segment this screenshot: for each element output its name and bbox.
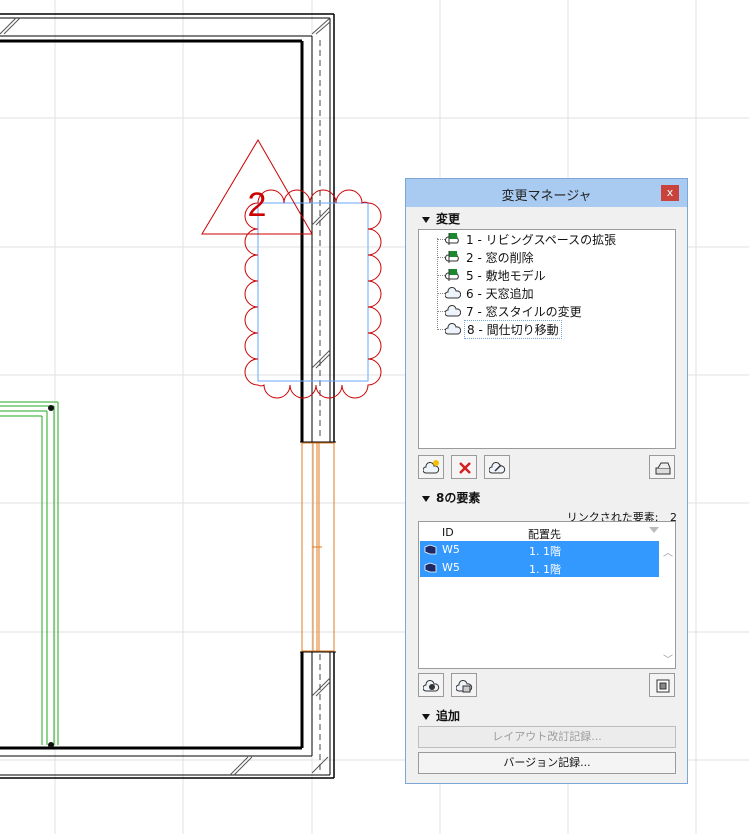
new-change-button[interactable] — [418, 455, 444, 479]
add-section-label: 追加 — [436, 709, 461, 723]
change-item[interactable]: 5 - 敷地モデル — [419, 266, 659, 284]
cloud-icon — [445, 323, 461, 335]
change-item-selected[interactable]: 8 - 間仕切り移動 — [419, 320, 659, 339]
version-record-button[interactable]: バージョン記録... — [418, 752, 676, 774]
cloud-icon — [445, 287, 461, 299]
change-item[interactable]: 2 - 窓の削除 — [419, 248, 659, 266]
cloud-flag-icon — [445, 269, 459, 281]
sort-arrow-icon[interactable] — [649, 527, 659, 533]
cloud-icon — [445, 305, 461, 317]
change-label: 2 - 窓の削除 — [466, 251, 534, 265]
delete-change-icon — [459, 462, 471, 474]
collapse-triangle-icon[interactable] — [422, 216, 430, 223]
table-row[interactable]: W5 1. 1階 — [420, 541, 659, 559]
new-change-icon — [423, 460, 440, 474]
elements-table[interactable]: ID 配置先 W5 1. 1階 W5 1. 1階 ︿ ﹀ — [418, 521, 676, 669]
change-item[interactable]: 6 - 天窓追加 — [419, 284, 659, 302]
add-element-button[interactable] — [418, 673, 444, 697]
cloud-flag-icon — [445, 233, 459, 245]
delete-change-button[interactable] — [451, 455, 477, 479]
link-change-button[interactable] — [484, 455, 510, 479]
scroll-down-icon[interactable]: ﹀ — [663, 651, 673, 666]
column-header-location[interactable]: 配置先 — [528, 526, 561, 542]
elements-section-header[interactable]: 8の要素 — [422, 489, 480, 506]
remove-element-icon — [456, 680, 473, 693]
layout-revision-button[interactable]: レイアウト改訂記録... — [418, 726, 676, 748]
remove-element-button[interactable] — [451, 673, 477, 697]
scroll-up-icon[interactable]: ︿ — [663, 544, 673, 559]
wall-element-icon — [424, 562, 437, 573]
window-element[interactable] — [301, 442, 335, 652]
change-label: 8 - 間仕切り移動 — [464, 320, 562, 339]
collapse-triangle-icon[interactable] — [422, 495, 430, 502]
change-label: 6 - 天窓追加 — [466, 287, 534, 301]
change-label: 5 - 敷地モデル — [466, 269, 546, 283]
show-element-icon — [656, 679, 670, 693]
change-manager-palette: 変更マネージャ x 変更 1 - リビングスペースの拡張 2 - 窓の削除 5 … — [405, 178, 688, 784]
walls[interactable] — [0, 13, 336, 779]
row-location: 1. 1階 — [529, 563, 561, 576]
show-element-button[interactable] — [649, 673, 675, 697]
settings-button[interactable] — [649, 455, 675, 479]
add-element-icon — [423, 680, 440, 692]
row-id: W5 — [442, 543, 460, 556]
table-scrollbar[interactable]: ︿ ﹀ — [660, 540, 674, 668]
partition-wall[interactable] — [0, 401, 59, 748]
revision-marker[interactable]: 2 — [201, 139, 313, 235]
change-label: 1 - リビングスペースの拡張 — [466, 233, 617, 247]
change-item[interactable]: 1 - リビングスペースの拡張 — [419, 230, 659, 248]
row-location: 1. 1階 — [529, 545, 561, 558]
column-header-id[interactable]: ID — [442, 526, 454, 539]
change-label: 7 - 窓スタイルの変更 — [466, 305, 582, 319]
changes-list[interactable]: 1 - リビングスペースの拡張 2 - 窓の削除 5 - 敷地モデル 6 - 天… — [418, 229, 676, 449]
cloud-flag-icon — [445, 251, 459, 263]
wall-element-icon — [424, 544, 437, 555]
collapse-triangle-icon[interactable] — [422, 713, 430, 720]
add-section-header[interactable]: 追加 — [422, 707, 460, 724]
palette-titlebar[interactable]: 変更マネージャ x — [406, 179, 687, 207]
close-button[interactable]: x — [661, 185, 679, 201]
link-change-icon — [489, 462, 506, 474]
row-id: W5 — [442, 561, 460, 574]
table-row[interactable]: W5 1. 1階 — [420, 559, 659, 577]
changes-section-header[interactable]: 変更 — [422, 210, 460, 227]
palette-title: 変更マネージャ — [501, 189, 592, 204]
elements-section-label: 8の要素 — [436, 491, 481, 505]
change-item[interactable]: 7 - 窓スタイルの変更 — [419, 302, 659, 320]
settings-icon — [655, 462, 671, 475]
revision-marker-number: 2 — [248, 186, 267, 224]
changes-section-label: 変更 — [436, 212, 461, 226]
